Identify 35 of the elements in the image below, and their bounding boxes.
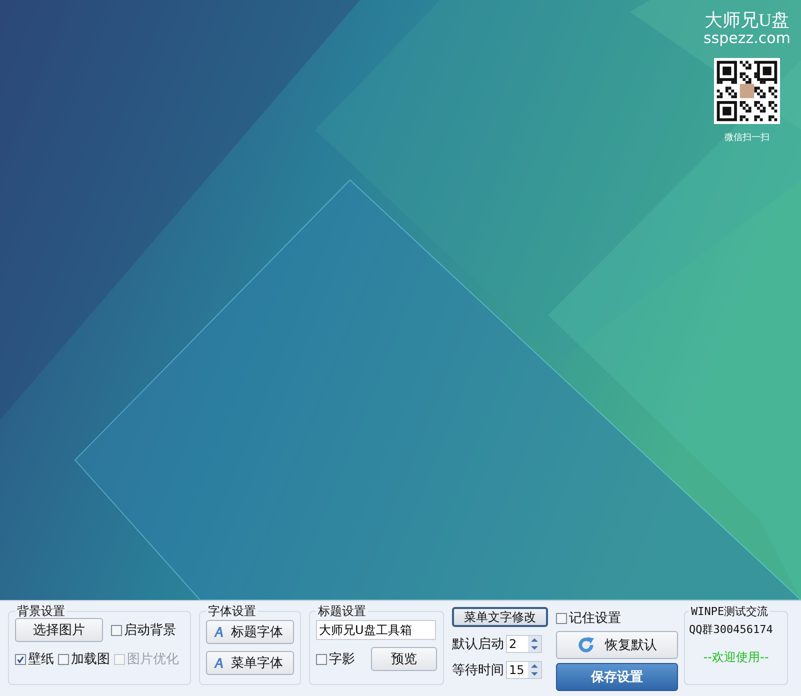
checkbox-label: 记住设置 bbox=[569, 610, 621, 627]
font-icon bbox=[213, 657, 225, 669]
checkbox[interactable] bbox=[111, 624, 122, 636]
checkbox[interactable] bbox=[15, 654, 26, 664]
welcome-text: --欢迎使用-- bbox=[702, 649, 770, 666]
checkbox[interactable] bbox=[316, 654, 327, 664]
title-input-field[interactable]: 大师兄U盘工具箱 bbox=[316, 620, 436, 640]
preview-button[interactable]: 预览 bbox=[371, 647, 437, 671]
checkbox-label: 图片优化 bbox=[127, 651, 179, 668]
group-legend: 背景设置 bbox=[17, 604, 65, 618]
group-legend: WINPE测试交流 bbox=[691, 605, 768, 618]
choose-image-button[interactable]: 选择图片 bbox=[15, 618, 103, 642]
checkbox-label: 启动背景 bbox=[124, 622, 176, 639]
number-spinner[interactable]: 2 bbox=[506, 635, 542, 653]
group-legend: 字体设置 bbox=[208, 604, 256, 618]
qr-caption: 微信扫一扫 bbox=[724, 132, 770, 144]
number-spinner[interactable]: 15 bbox=[506, 661, 542, 679]
checkbox-label: 字影 bbox=[329, 651, 355, 668]
checkbox-label: 壁纸 bbox=[28, 651, 54, 668]
checkbox[interactable] bbox=[556, 612, 567, 624]
checkbox-label: 加载图 bbox=[71, 651, 110, 668]
refresh-icon bbox=[577, 636, 595, 654]
brand-site: sspezz.com bbox=[704, 30, 790, 46]
font-button[interactable]: 菜单字体 bbox=[206, 651, 294, 675]
qq-group-text: QQ群300456174 bbox=[689, 623, 773, 636]
checkbox[interactable] bbox=[58, 654, 69, 664]
edit-menu-text-button[interactable]: 菜单文字修改 bbox=[452, 607, 548, 627]
font-button[interactable]: 标题字体 bbox=[206, 620, 294, 644]
group-legend: 标题设置 bbox=[318, 604, 366, 618]
restore-defaults-button[interactable]: 恢复默认 bbox=[556, 631, 678, 659]
brand-title: 大师兄U盘 bbox=[704, 10, 790, 30]
font-icon bbox=[213, 626, 225, 638]
spinner-label: 默认启动 bbox=[452, 636, 504, 653]
spinner-label: 等待时间 bbox=[452, 662, 504, 679]
save-settings-button[interactable]: 保存设置 bbox=[556, 663, 678, 691]
